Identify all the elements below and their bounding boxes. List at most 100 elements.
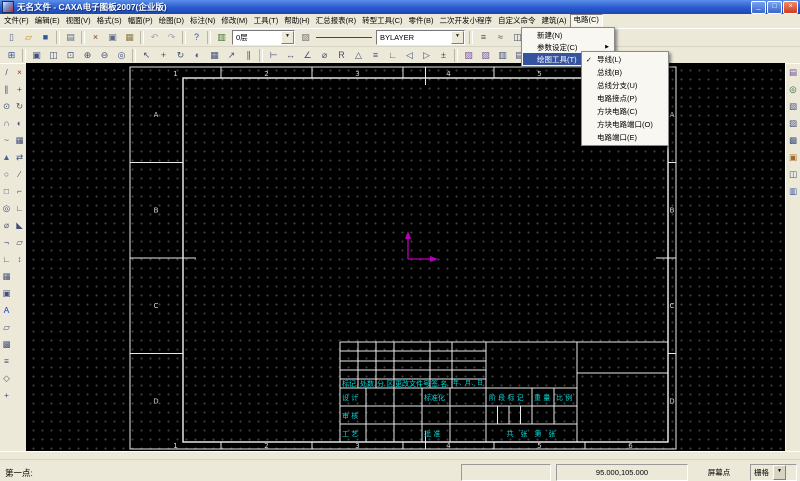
text-icon[interactable]: A bbox=[0, 302, 14, 319]
rotate-icon[interactable]: ↻ bbox=[172, 47, 189, 64]
open-file-icon[interactable]: ▱ bbox=[20, 29, 37, 46]
grid-draw-icon[interactable]: ▩ bbox=[0, 336, 14, 353]
menu-item-14[interactable]: 二次开发小程序 bbox=[437, 15, 496, 27]
array-tool-icon[interactable]: ▦ bbox=[12, 132, 27, 149]
rotate-tool-icon[interactable]: ↻ bbox=[12, 98, 27, 115]
corner-icon[interactable]: ⌐ bbox=[12, 183, 27, 200]
dropdown-item-1[interactable]: ✓ 导线(L) bbox=[583, 53, 667, 66]
menu-item-6[interactable]: 绘图(D) bbox=[156, 15, 187, 27]
zoom-all-icon[interactable]: ⊡ bbox=[62, 47, 79, 64]
color-palette-icon[interactable]: ▨ bbox=[297, 29, 314, 46]
pick-icon[interactable]: ↖ bbox=[138, 47, 155, 64]
menu-item-12[interactable]: 转型工具(C) bbox=[359, 15, 405, 27]
dropdown-item-1[interactable]: 新建(N) bbox=[523, 29, 613, 41]
array-icon[interactable]: ▦ bbox=[206, 47, 223, 64]
paste-icon[interactable]: ▦ bbox=[121, 29, 138, 46]
bom-export-icon[interactable]: ▣ bbox=[786, 149, 800, 166]
formula-icon[interactable]: ≡ bbox=[0, 353, 14, 370]
dim-radius-icon[interactable]: R bbox=[333, 47, 350, 64]
linetype-load-icon[interactable]: ≈ bbox=[492, 29, 509, 46]
menu-item-15[interactable]: 自定义命令 bbox=[495, 15, 539, 27]
menu-item-4[interactable]: 格式(S) bbox=[94, 15, 125, 27]
delete-icon[interactable]: × bbox=[12, 64, 27, 81]
dim-linear-icon[interactable]: ⊢ bbox=[265, 47, 282, 64]
new-file-icon[interactable]: ▯ bbox=[3, 29, 20, 46]
dim-diameter-icon[interactable]: ⌀ bbox=[316, 47, 333, 64]
hatch-icon[interactable]: ▨ bbox=[460, 47, 477, 64]
frame-fill-icon[interactable]: ◫ bbox=[786, 166, 800, 183]
explode-icon[interactable]: ▱ bbox=[12, 234, 27, 251]
menu-item-1[interactable]: 文件(F) bbox=[1, 15, 32, 27]
mirror-icon[interactable]: ◐ bbox=[189, 47, 206, 64]
block-port-icon[interactable]: ▩ bbox=[786, 132, 800, 149]
zoom-in-icon[interactable]: ⊕ bbox=[79, 47, 96, 64]
linewidth-icon[interactable]: ≡ bbox=[475, 29, 492, 46]
text-style-icon[interactable]: ≡ bbox=[367, 47, 384, 64]
leader-icon[interactable]: ∟ bbox=[384, 47, 401, 64]
menu-item-8[interactable]: 修改(M) bbox=[218, 15, 250, 27]
redo-icon[interactable]: ↷ bbox=[163, 29, 180, 46]
chevron-down-icon[interactable]: ▼ bbox=[773, 465, 786, 480]
plugin-settings-icon[interactable]: ▥ bbox=[786, 183, 800, 200]
move-icon[interactable]: + bbox=[155, 47, 172, 64]
datum-left-icon[interactable]: ◁ bbox=[401, 47, 418, 64]
menu-item-7[interactable]: 标注(N) bbox=[187, 15, 218, 27]
dropdown-item-6[interactable]: 方块电路端口(O) bbox=[583, 118, 667, 131]
menu-item-10[interactable]: 帮助(H) bbox=[281, 15, 312, 27]
deviation-icon[interactable]: ± bbox=[435, 47, 452, 64]
zoom-window-icon[interactable]: ▣ bbox=[28, 47, 45, 64]
menu-item-2[interactable]: 编辑(E) bbox=[32, 15, 63, 27]
solid-fill-icon[interactable]: ▧ bbox=[477, 47, 494, 64]
linetype-combo[interactable]: BYLAYER ▼ bbox=[376, 30, 465, 45]
drawing-canvas[interactable]: 标记 处数 分 区 更改文件号 签 名 年、月、日 设 计 标准化 审 核 工 … bbox=[26, 63, 785, 451]
axis-icon[interactable]: + bbox=[0, 387, 14, 404]
point-icon[interactable]: ◇ bbox=[0, 370, 14, 387]
dim-angle-icon[interactable]: ∠ bbox=[299, 47, 316, 64]
break-icon[interactable]: ◣ bbox=[12, 217, 27, 234]
close-button[interactable]: × bbox=[783, 0, 798, 14]
block-create-icon[interactable]: ▣ bbox=[0, 285, 14, 302]
zoom-out-icon[interactable]: ⊖ bbox=[96, 47, 113, 64]
maximize-button[interactable]: □ bbox=[767, 0, 782, 14]
snap-mode-combo[interactable]: 栅格 ▼ bbox=[750, 464, 797, 481]
copy-icon[interactable]: ▣ bbox=[104, 29, 121, 46]
print-icon[interactable]: ▤ bbox=[62, 29, 79, 46]
menu-item-5[interactable]: 幅面(P) bbox=[125, 15, 156, 27]
table-icon[interactable]: ▥ bbox=[494, 47, 511, 64]
chevron-down-icon[interactable]: ▼ bbox=[451, 31, 464, 44]
translate-icon[interactable]: + bbox=[12, 81, 27, 98]
bus-tool-icon[interactable]: ▧ bbox=[786, 98, 800, 115]
layer-manager-icon[interactable]: ▥ bbox=[213, 29, 230, 46]
menu-item-17[interactable]: 电路(C) bbox=[569, 14, 603, 28]
stretch-icon[interactable]: ⇄ bbox=[12, 149, 27, 166]
menu-item-9[interactable]: 工具(T) bbox=[251, 15, 282, 27]
help-icon[interactable]: ? bbox=[188, 29, 205, 46]
layer-combo[interactable]: 0层 ▼ bbox=[232, 30, 295, 45]
datum-right-icon[interactable]: ▷ bbox=[418, 47, 435, 64]
node-tool-icon[interactable]: ▨ bbox=[786, 115, 800, 132]
redraw-icon[interactable]: ◎ bbox=[113, 47, 130, 64]
menu-item-13[interactable]: 零件(B) bbox=[406, 15, 437, 27]
chevron-down-icon[interactable]: ▼ bbox=[281, 31, 294, 44]
mirror-tool-icon[interactable]: ◐ bbox=[12, 115, 27, 132]
circuit-wire-icon[interactable]: ◎ bbox=[786, 81, 800, 98]
cut-icon[interactable]: × bbox=[87, 29, 104, 46]
frame-settings-icon[interactable]: ⊞ bbox=[3, 47, 20, 64]
menu-item-11[interactable]: 汇总报表(R) bbox=[313, 15, 359, 27]
chamfer-icon[interactable]: ∟ bbox=[12, 200, 27, 217]
dropdown-item-2[interactable]: 总线(B) bbox=[583, 66, 667, 79]
dropdown-item-7[interactable]: 电路端口(E) bbox=[583, 131, 667, 144]
dropdown-item-5[interactable]: 方块电路(C) bbox=[583, 105, 667, 118]
undo-icon[interactable]: ↶ bbox=[146, 29, 163, 46]
minimize-button[interactable]: _ bbox=[751, 0, 766, 14]
menu-item-16[interactable]: 建筑(A) bbox=[539, 15, 570, 27]
scale-icon[interactable]: ↗ bbox=[223, 47, 240, 64]
menu-item-3[interactable]: 视图(V) bbox=[63, 15, 94, 27]
offset-icon[interactable]: ∥ bbox=[240, 47, 257, 64]
zoom-prev-icon[interactable]: ◫ bbox=[45, 47, 62, 64]
tolerance-icon[interactable]: △ bbox=[350, 47, 367, 64]
dropdown-item-4[interactable]: 电路接点(P) bbox=[583, 92, 667, 105]
extend-icon[interactable]: ↕ bbox=[12, 251, 27, 268]
dim-horizontal-icon[interactable]: ↔ bbox=[282, 47, 299, 64]
detail-view-icon[interactable]: ▱ bbox=[0, 319, 14, 336]
